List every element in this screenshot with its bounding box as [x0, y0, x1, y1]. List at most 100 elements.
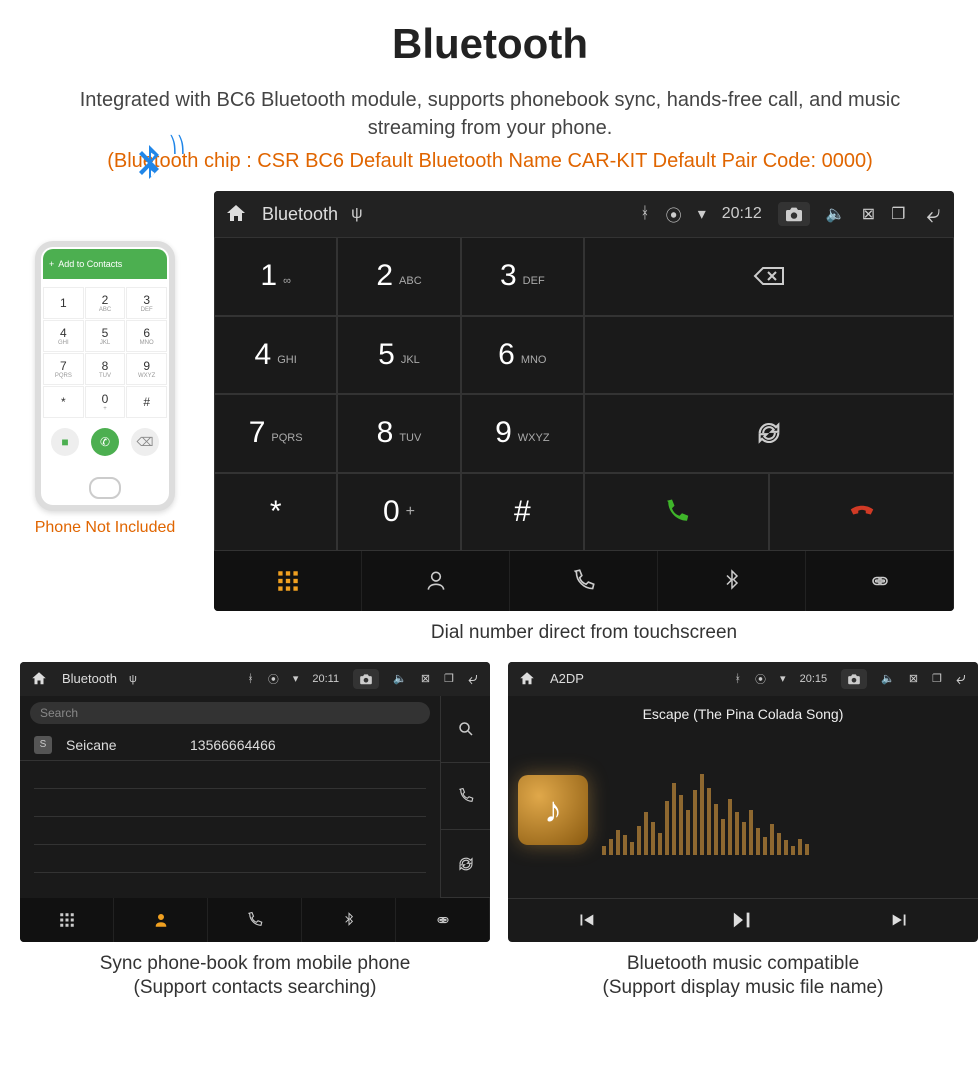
recent-apps-icon[interactable]: ❐ — [444, 672, 454, 685]
key-0[interactable]: 0+ — [337, 473, 460, 552]
key-1[interactable]: 1∞ — [214, 237, 337, 316]
eq-bar — [763, 837, 767, 855]
phone-mock-header: + Add to Contacts — [43, 249, 167, 279]
tab-keypad[interactable] — [20, 898, 114, 942]
key-hash[interactable]: # — [461, 473, 584, 552]
tab-contacts[interactable] — [362, 551, 510, 611]
phone-mock-key: 5JKL — [85, 320, 126, 352]
usb-icon: ψ — [351, 205, 362, 223]
close-app-icon[interactable]: ⊠ — [421, 672, 430, 685]
eq-bar — [714, 804, 718, 854]
tab-pair[interactable] — [396, 898, 490, 942]
eq-bar — [693, 790, 697, 855]
play-pause-button[interactable] — [665, 899, 822, 942]
home-icon[interactable] — [30, 670, 48, 688]
wifi-icon: ▾ — [780, 672, 786, 685]
eq-bar — [658, 833, 662, 855]
eq-bar — [742, 822, 746, 854]
backspace-button[interactable] — [584, 237, 954, 316]
eq-bar — [672, 783, 676, 855]
camera-icon[interactable] — [841, 669, 867, 689]
key-6[interactable]: 6MNO — [461, 316, 584, 395]
phone-mock-backspace-icon: ⌫ — [131, 428, 159, 456]
phonebook-statusbar: Bluetooth ψ ᚼ ⦿ ▾ 20:11 🔈 ⊠ ❐ ⤶ — [20, 662, 490, 696]
eq-bar — [749, 810, 753, 855]
search-input[interactable]: Search — [30, 702, 430, 724]
eq-bar — [770, 824, 774, 855]
tab-recent-calls[interactable] — [208, 898, 302, 942]
location-icon: ⦿ — [666, 202, 682, 226]
tab-bluetooth[interactable] — [302, 898, 396, 942]
home-icon[interactable] — [518, 670, 536, 688]
next-track-button[interactable] — [821, 899, 978, 942]
recent-apps-icon[interactable]: ❐ — [891, 204, 905, 224]
tab-pair[interactable] — [806, 551, 954, 611]
wifi-icon: ▾ — [293, 672, 299, 685]
key-9[interactable]: 9WXYZ — [461, 394, 584, 473]
contact-row[interactable]: S Seicane 13566664466 — [20, 730, 440, 761]
key-7[interactable]: 7PQRS — [214, 394, 337, 473]
side-sync-button[interactable] — [441, 830, 490, 897]
prev-track-button[interactable] — [508, 899, 665, 942]
location-icon: ⦿ — [268, 671, 279, 687]
phone-mock-key: 9WXYZ — [126, 353, 167, 385]
back-icon[interactable]: ⤶ — [468, 668, 478, 689]
equalizer — [602, 765, 968, 855]
volume-icon[interactable]: 🔈 — [393, 672, 407, 685]
music-caption: Bluetooth music compatible (Support disp… — [603, 952, 884, 1001]
close-app-icon[interactable]: ⊠ — [909, 672, 918, 685]
contact-name: Seicane — [66, 737, 176, 753]
eq-bar — [609, 839, 613, 855]
eq-bar — [784, 840, 788, 854]
key-4[interactable]: 4GHI — [214, 316, 337, 395]
eq-bar — [805, 844, 809, 855]
key-3[interactable]: 3DEF — [461, 237, 584, 316]
eq-bar — [707, 788, 711, 855]
contact-badge: S — [34, 736, 52, 754]
album-art-icon: ♪ — [518, 775, 588, 845]
phone-mock-key: 2ABC — [85, 287, 126, 319]
bluetooth-status-icon: ᚼ — [247, 673, 254, 685]
key-5[interactable]: 5JKL — [337, 316, 460, 395]
eq-bar — [791, 846, 795, 855]
dialer-statusbar: Bluetooth ψ ᚼ ⦿ ▾ 20:12 🔈 ⊠ ❐ ⤶ — [214, 191, 954, 237]
camera-icon[interactable] — [778, 202, 810, 226]
eq-bar — [623, 835, 627, 855]
home-icon[interactable] — [224, 202, 248, 226]
side-call-button[interactable] — [441, 763, 490, 830]
key-2[interactable]: 2ABC — [337, 237, 460, 316]
eq-bar — [616, 830, 620, 855]
close-app-icon[interactable]: ⊠ — [862, 204, 875, 224]
key-star[interactable]: * — [214, 473, 337, 552]
eq-bar — [637, 826, 641, 855]
phone-mock-key: 6MNO — [126, 320, 167, 352]
dialer-bottombar — [214, 551, 954, 611]
volume-icon[interactable]: 🔈 — [881, 672, 895, 685]
phone-mock-key: 3DEF — [126, 287, 167, 319]
phone-mock-key: # — [126, 386, 167, 418]
tab-contacts[interactable] — [114, 898, 208, 942]
recent-apps-icon[interactable]: ❐ — [932, 672, 942, 685]
tab-bluetooth[interactable] — [658, 551, 806, 611]
hangup-button[interactable] — [769, 473, 954, 552]
back-icon[interactable]: ⤶ — [956, 668, 966, 689]
tab-recent-calls[interactable] — [510, 551, 658, 611]
status-time: 20:15 — [800, 673, 828, 685]
eq-bar — [602, 846, 606, 855]
phone-mock-call-icon: ✆ — [91, 428, 119, 456]
call-button[interactable] — [584, 473, 769, 552]
eq-bar — [721, 819, 725, 855]
phone-mock-column: ⎞⎞ + Add to Contacts 12ABC3DEF4GHI5JKL6M… — [10, 191, 200, 537]
key-8[interactable]: 8TUV — [337, 394, 460, 473]
eq-bar — [665, 801, 669, 855]
tab-keypad[interactable] — [214, 551, 362, 611]
statusbar-title: A2DP — [550, 671, 584, 686]
back-icon[interactable]: ⤶ — [926, 198, 941, 230]
volume-icon[interactable]: 🔈 — [826, 204, 846, 224]
side-search-button[interactable] — [441, 696, 490, 763]
eq-bar — [700, 774, 704, 855]
redial-button[interactable] — [584, 394, 954, 473]
camera-icon[interactable] — [353, 669, 379, 689]
page-title: Bluetooth — [10, 20, 970, 68]
dialer-caption: Dial number direct from touchscreen — [431, 621, 737, 646]
